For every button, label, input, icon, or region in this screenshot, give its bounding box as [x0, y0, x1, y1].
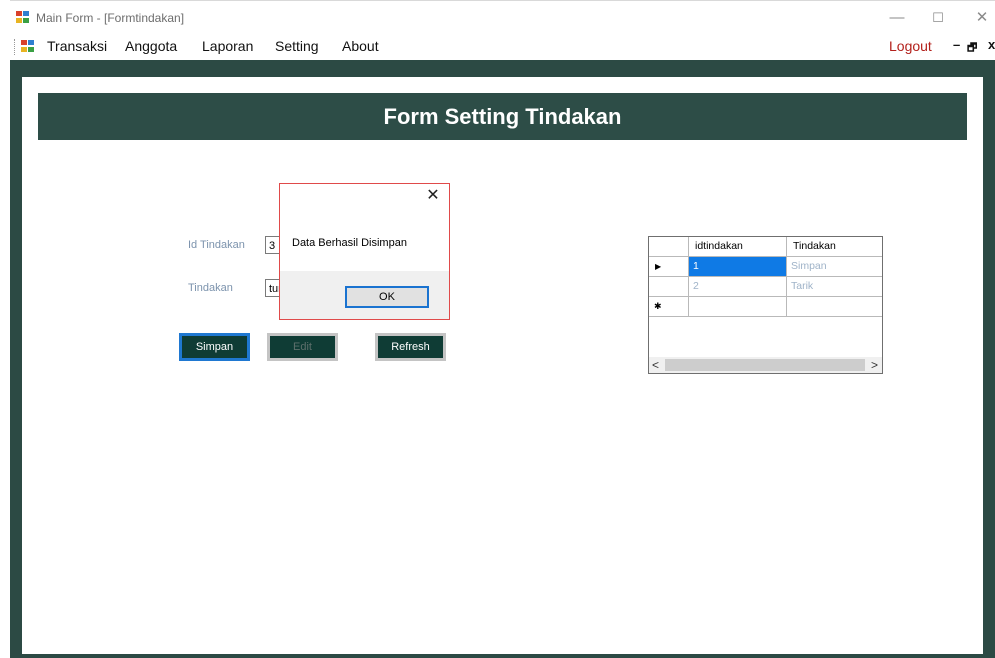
- id-tindakan-label: Id Tindakan: [188, 239, 245, 251]
- grid-cell[interactable]: [689, 297, 787, 317]
- menu-transaksi[interactable]: Transaksi: [47, 38, 107, 54]
- grid-column-header[interactable]: Tindakan: [787, 237, 882, 257]
- grid-cell[interactable]: Simpan: [787, 257, 882, 277]
- tindakan-data-grid[interactable]: idtindakan Tindakan ▶ 1 Simpan 2 Tarik ✱: [648, 236, 883, 374]
- mdi-close-icon[interactable]: x: [988, 37, 995, 52]
- maximize-icon[interactable]: ☐: [928, 8, 948, 28]
- edit-button[interactable]: Edit: [267, 333, 338, 361]
- grid-new-row-indicator[interactable]: ✱: [649, 297, 689, 317]
- grid-corner-header[interactable]: [649, 237, 689, 257]
- dialog-close-icon[interactable]: ✕: [424, 186, 442, 206]
- page-title: Form Setting Tindakan: [383, 104, 622, 129]
- mdi-child-icon[interactable]: [21, 40, 35, 53]
- scroll-left-icon[interactable]: <: [652, 357, 659, 373]
- menu-setting[interactable]: Setting: [275, 38, 319, 54]
- mdi-minimize-icon[interactable]: –: [953, 37, 960, 52]
- menu-grip: [14, 39, 17, 55]
- menu-anggota[interactable]: Anggota: [125, 38, 177, 54]
- grid-cell[interactable]: Tarik: [787, 277, 882, 297]
- mdi-restore-icon[interactable]: 🗗: [967, 39, 977, 58]
- close-icon[interactable]: ✕: [972, 8, 992, 28]
- dialog-message: Data Berhasil Disimpan: [292, 237, 407, 249]
- minimize-icon[interactable]: —: [887, 8, 907, 28]
- grid-row-indicator[interactable]: [649, 277, 689, 297]
- tindakan-label: Tindakan: [188, 282, 233, 294]
- grid-cell[interactable]: [787, 297, 882, 317]
- grid-cell[interactable]: 2: [689, 277, 787, 297]
- window-top-border: [10, 0, 995, 1]
- window-title: Main Form - [Formtindakan]: [36, 11, 185, 25]
- grid-cell[interactable]: 1: [689, 257, 787, 277]
- menu-laporan[interactable]: Laporan: [202, 38, 253, 54]
- menu-about[interactable]: About: [342, 38, 379, 54]
- app-icon: [16, 11, 30, 24]
- grid-row-indicator[interactable]: ▶: [649, 257, 689, 277]
- refresh-button[interactable]: Refresh: [375, 333, 446, 361]
- logout-menu-item[interactable]: Logout: [889, 38, 932, 54]
- scroll-right-icon[interactable]: >: [871, 357, 878, 373]
- ok-button[interactable]: OK: [345, 286, 429, 308]
- grid-scroll-thumb[interactable]: [665, 359, 865, 371]
- grid-column-header[interactable]: idtindakan: [689, 237, 787, 257]
- simpan-button[interactable]: Simpan: [179, 333, 250, 361]
